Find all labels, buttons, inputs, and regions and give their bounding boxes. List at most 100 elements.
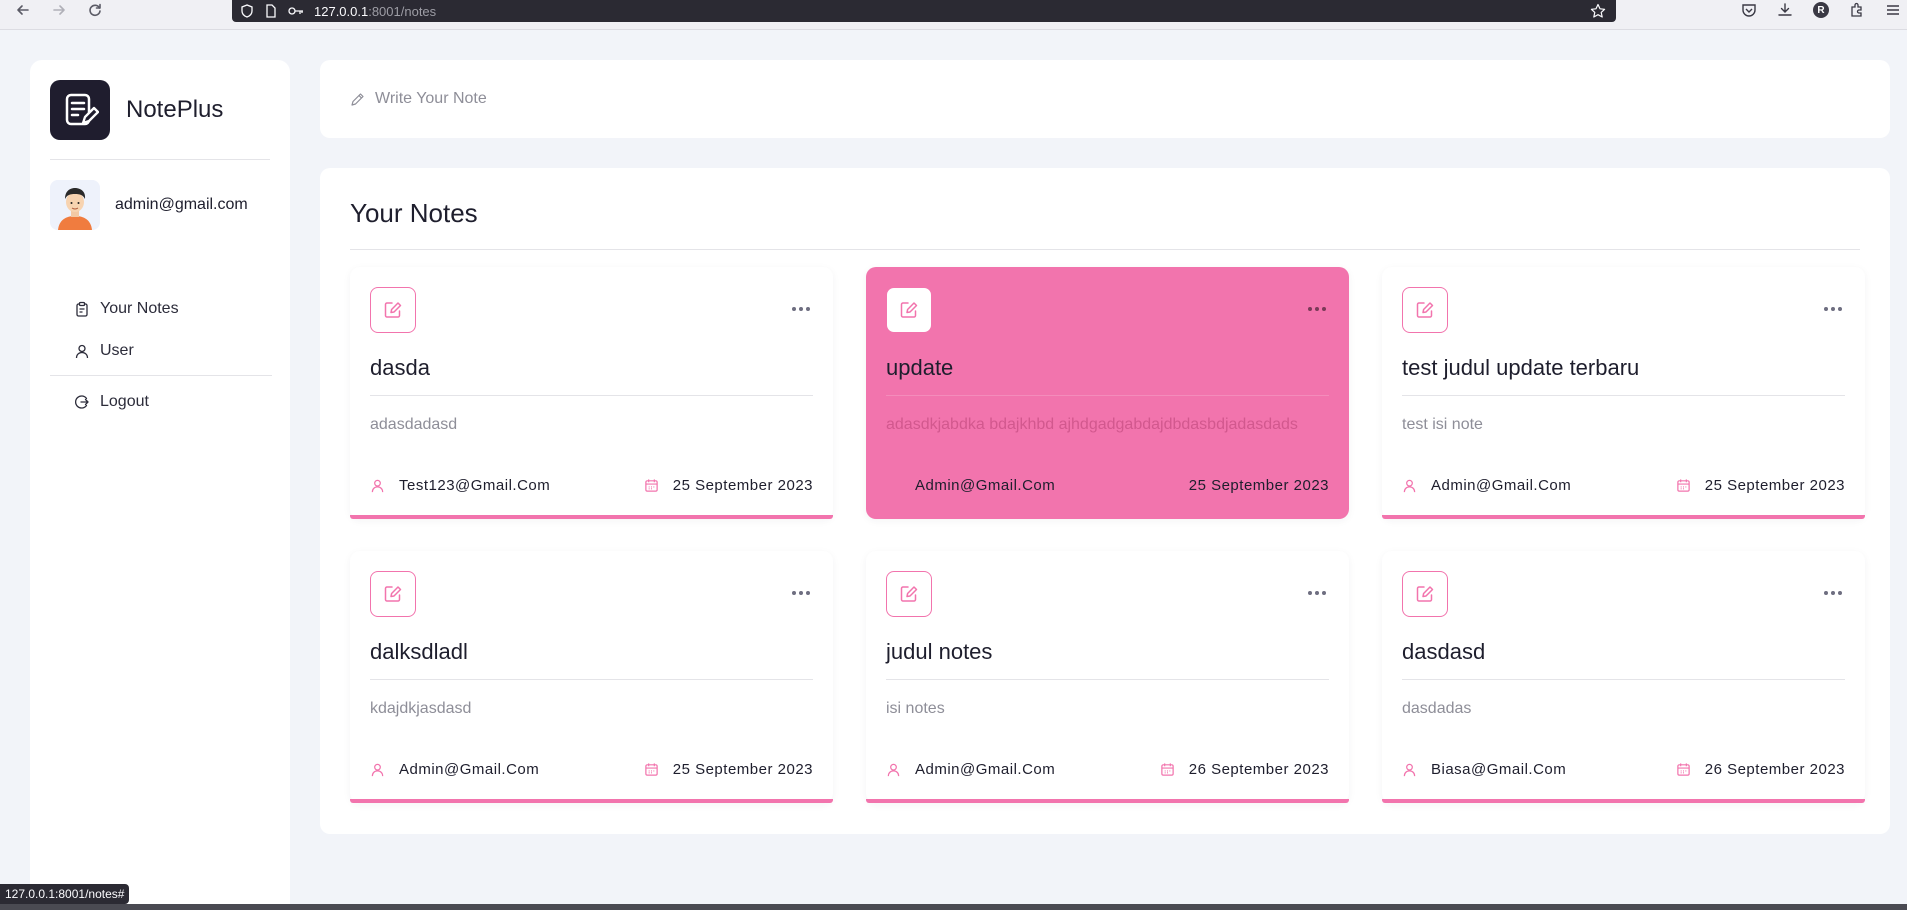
user-icon [75,344,89,359]
note-body: isi notes [886,700,945,717]
calendar-icon [645,479,658,492]
card-divider [1402,395,1845,396]
note-title: judul notes [886,639,993,664]
note-card[interactable]: dasdasd dasdadas Biasa@Gmail.Com 26 Sept… [1382,551,1865,803]
more-options-icon[interactable] [789,583,813,603]
pencil-icon [351,92,364,106]
note-meta: Admin@Gmail.Com 25 September 2023 [886,477,1329,494]
more-options-icon[interactable] [1305,299,1329,319]
shield-icon [241,4,253,18]
url-bar[interactable]: 127.0.0.1:8001/notes [232,0,1616,22]
note-author: Admin@Gmail.Com [915,761,1056,778]
edit-icon [900,586,918,602]
note-card[interactable]: dalksdladl kdajdkjasdasd Admin@Gmail.Com… [350,551,833,803]
edit-icon [1416,586,1434,602]
reload-button[interactable] [80,0,110,20]
card-divider [370,679,813,680]
edit-note-button[interactable] [1402,571,1448,617]
note-body: adasdkjabdka bdajkhbd ajhdgadgabdajdbdas… [886,416,1298,433]
sidebar: NotePlus admin@gmail.com Your Notes User [30,60,290,910]
note-meta: Biasa@Gmail.Com 26 September 2023 [1402,761,1845,778]
note-edit-icon [65,93,99,126]
edit-icon [384,302,402,318]
note-body: kdajdkjasdasd [370,700,472,717]
sidebar-item-label: Your Notes [100,300,179,317]
app-logo [50,80,110,140]
note-meta: Test123@Gmail.Com 25 September 2023 [370,477,813,494]
more-options-icon[interactable] [1821,299,1845,319]
window-bottom-edge [0,904,1907,910]
more-options-icon[interactable] [1821,583,1845,603]
card-divider [886,395,1329,396]
edit-note-button[interactable] [370,571,416,617]
bookmark-star-icon[interactable] [1590,3,1606,19]
edit-note-button[interactable] [1402,287,1448,333]
key-icon [288,7,303,15]
user-profile: admin@gmail.com [50,180,248,230]
more-options-icon[interactable] [1305,583,1329,603]
clipboard-icon [76,301,88,317]
note-body: test isi note [1402,416,1483,433]
note-date: 26 September 2023 [1704,761,1845,778]
note-title: update [886,355,954,380]
back-button[interactable] [8,0,38,20]
note-card[interactable]: dasda adasdadasd Test123@Gmail.Com 25 Se… [350,267,833,519]
notes-panel: Your Notes dasda adasdadasd Test123@Gmai… [320,168,1890,834]
calendar-icon [645,763,658,776]
download-icon[interactable] [1777,2,1793,18]
card-divider [886,679,1329,680]
status-bar-url: 127.0.0.1:8001/notes# [0,884,130,904]
user-icon [371,763,384,777]
app-name: NotePlus [126,96,224,123]
brand-divider [50,159,270,160]
edit-icon [1416,302,1434,318]
compose-note-box[interactable] [320,60,1890,138]
edit-icon [384,586,402,602]
note-title: dasdasd [1402,639,1486,664]
logout-icon [75,395,89,409]
edit-note-button[interactable] [886,571,932,617]
note-author: Admin@Gmail.Com [915,477,1056,494]
calendar-icon [1677,479,1690,492]
sidebar-item-label: User [100,342,134,359]
user-icon [1403,479,1416,493]
extensions-icon[interactable] [1849,2,1865,18]
brand[interactable]: NotePlus [50,80,223,140]
edit-note-button[interactable] [370,287,416,333]
note-date: 25 September 2023 [672,477,813,494]
edit-note-button[interactable] [886,287,932,333]
pocket-icon[interactable] [1741,2,1757,18]
note-card[interactable]: test judul update terbaru test isi note … [1382,267,1865,519]
forward-button[interactable] [44,0,74,20]
note-title: test judul update terbaru [1402,355,1640,380]
menu-divider [50,375,272,376]
note-body: adasdadasd [370,416,458,433]
user-icon [371,479,384,493]
page-icon [266,4,276,18]
user-icon [1403,763,1416,777]
user-avatar-illustration [50,180,100,230]
account-avatar[interactable]: R [1813,2,1829,18]
note-date: 25 September 2023 [1704,477,1845,494]
sidebar-item-user[interactable]: User [74,342,134,360]
note-date: 25 September 2023 [1188,477,1329,494]
arrow-right-icon [53,5,65,15]
note-card[interactable]: judul notes isi notes Admin@Gmail.Com 26… [866,551,1349,803]
sidebar-item-your-notes[interactable]: Your Notes [74,300,179,318]
hamburger-menu-icon[interactable] [1885,2,1901,18]
calendar-icon [1677,763,1690,776]
avatar [50,180,100,230]
note-author: Admin@Gmail.Com [1431,477,1572,494]
arrow-left-icon [17,5,29,15]
note-author: Admin@Gmail.Com [399,761,540,778]
note-input[interactable] [375,90,975,108]
logout-button[interactable]: Logout [74,393,149,411]
edit-icon [900,302,918,318]
more-options-icon[interactable] [789,299,813,319]
note-author: Test123@Gmail.Com [399,477,551,494]
note-meta: Admin@Gmail.Com 26 September 2023 [886,761,1329,778]
card-divider [1402,679,1845,680]
logout-label: Logout [100,393,149,410]
note-card[interactable]: update adasdkjabdka bdajkhbd ajhdgadgabd… [866,267,1349,519]
calendar-icon [1161,763,1174,776]
